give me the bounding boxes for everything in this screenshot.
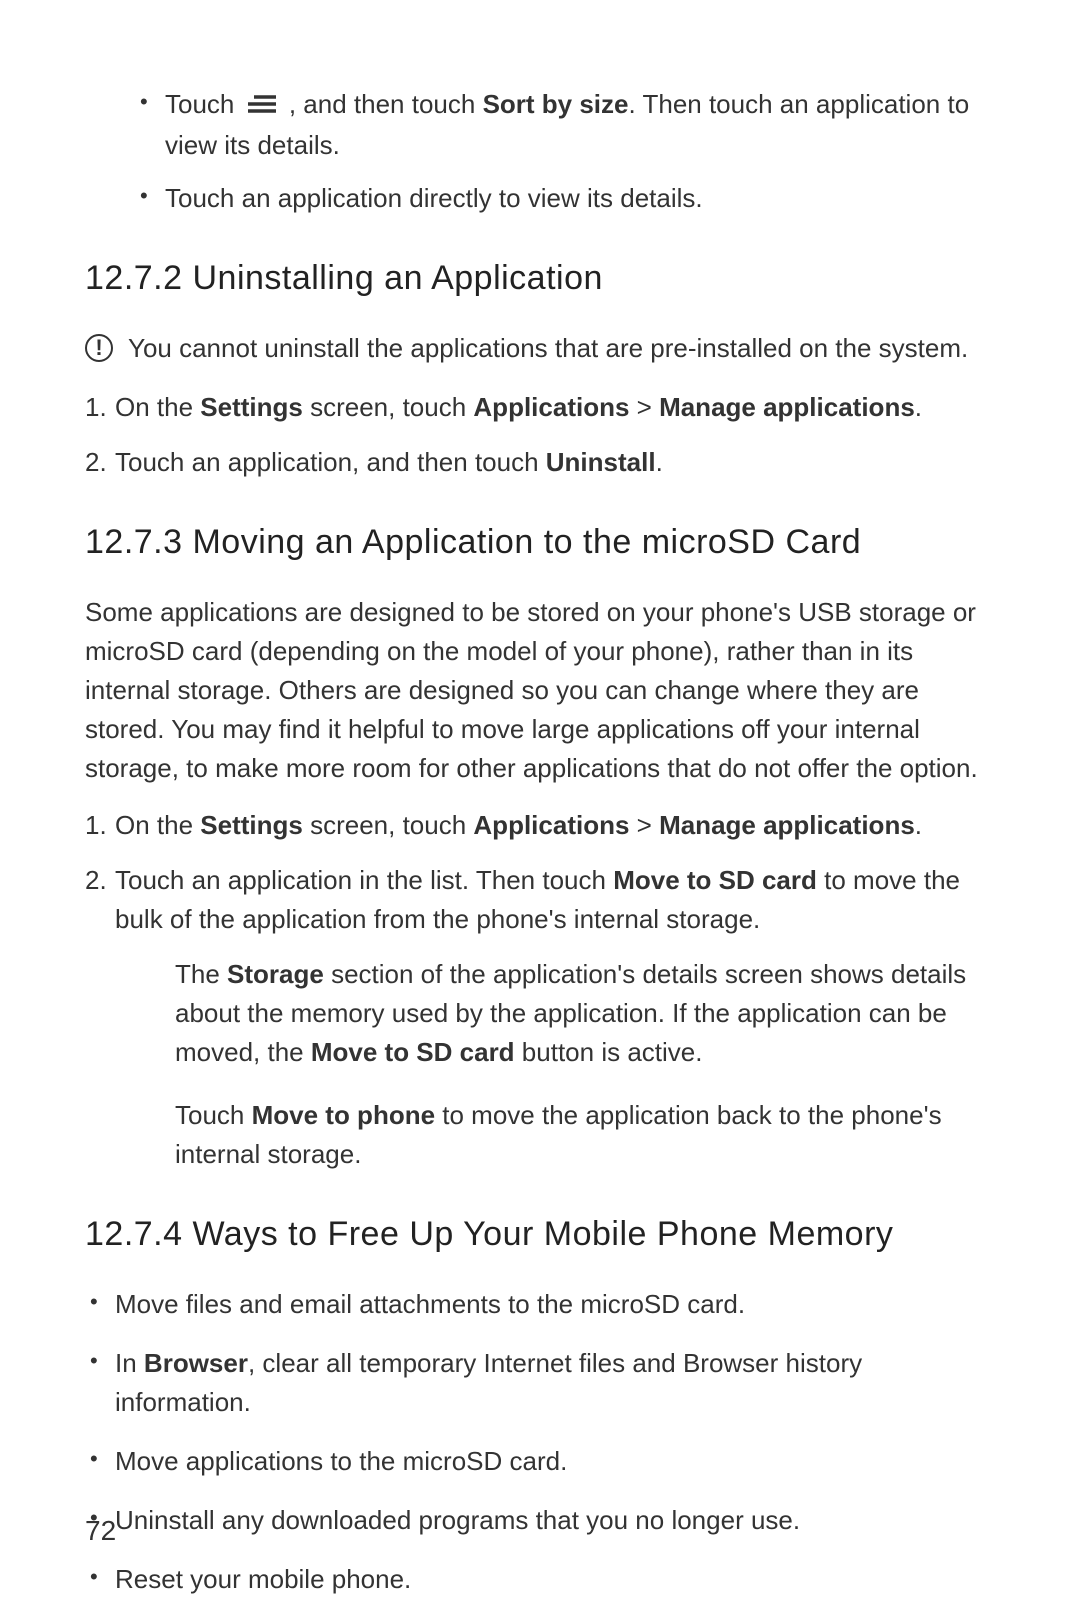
text: > [629, 810, 659, 840]
text: Touch [175, 1100, 252, 1130]
page-content: Touch , and then touch Sort by size. The… [85, 85, 995, 1599]
bold-text: Applications [473, 392, 629, 422]
note-text: You cannot uninstall the applications th… [128, 329, 968, 368]
text: > [629, 392, 659, 422]
bold-text: Move to SD card [311, 1037, 515, 1067]
text: In [115, 1348, 144, 1378]
freeup-bullet-list: Move files and email attachments to the … [85, 1285, 995, 1599]
list-item: On the Settings screen, touch Applicatio… [85, 806, 995, 845]
section-heading-moving: 12.7.3 Moving an Application to the micr… [85, 517, 995, 568]
page-number: 72 [85, 1515, 116, 1547]
section-heading-freeup: 12.7.4 Ways to Free Up Your Mobile Phone… [85, 1209, 995, 1260]
menu-icon [248, 87, 276, 126]
bold-text: Manage applications [659, 810, 915, 840]
bold-text: Move to phone [252, 1100, 435, 1130]
text: button is active. [515, 1037, 703, 1067]
list-item: Touch an application directly to view it… [140, 179, 995, 218]
list-item: Move files and email attachments to the … [85, 1285, 995, 1324]
ordered-list-move: On the Settings screen, touch Applicatio… [85, 806, 995, 1174]
list-item: Touch an application, and then touch Uni… [85, 443, 995, 482]
bold-text: Storage [227, 959, 324, 989]
sub-paragraph: The Storage section of the application's… [175, 955, 995, 1072]
list-item: Move applications to the microSD card. [85, 1442, 995, 1481]
text: . [656, 447, 663, 477]
bold-text: Uninstall [546, 447, 656, 477]
text: Touch an application in the list. Then t… [115, 865, 613, 895]
bold-text: Settings [200, 810, 303, 840]
note-row: ! You cannot uninstall the applications … [85, 329, 995, 368]
alert-icon: ! [85, 334, 113, 362]
text: screen, touch [303, 810, 474, 840]
list-item: In Browser, clear all temporary Internet… [85, 1344, 995, 1422]
section-heading-uninstalling: 12.7.2 Uninstalling an Application [85, 253, 995, 304]
text: screen, touch [303, 392, 474, 422]
text: . [915, 810, 922, 840]
bold-text: Applications [473, 810, 629, 840]
indent-block: The Storage section of the application's… [115, 955, 995, 1174]
ordered-list-uninstall: On the Settings screen, touch Applicatio… [85, 388, 995, 482]
text: . [915, 392, 922, 422]
bold-text: Sort by size [483, 89, 629, 119]
list-item: Touch , and then touch Sort by size. The… [140, 85, 995, 165]
top-bullet-list: Touch , and then touch Sort by size. The… [85, 85, 995, 218]
bold-text: Manage applications [659, 392, 915, 422]
text: The [175, 959, 227, 989]
bold-text: Settings [200, 392, 303, 422]
bold-text: Browser [144, 1348, 248, 1378]
intro-paragraph: Some applications are designed to be sto… [85, 593, 995, 788]
text: On the [115, 392, 200, 422]
sub-paragraph: Touch Move to phone to move the applicat… [175, 1096, 995, 1174]
bold-text: Move to SD card [613, 865, 817, 895]
list-item: Reset your mobile phone. [85, 1560, 995, 1599]
text: , and then touch [289, 89, 483, 119]
list-item: Touch an application in the list. Then t… [85, 861, 995, 1174]
text: On the [115, 810, 200, 840]
list-item: On the Settings screen, touch Applicatio… [85, 388, 995, 427]
text: Touch an application, and then touch [115, 447, 546, 477]
text: Touch [165, 89, 242, 119]
list-item: Uninstall any downloaded programs that y… [85, 1501, 995, 1540]
